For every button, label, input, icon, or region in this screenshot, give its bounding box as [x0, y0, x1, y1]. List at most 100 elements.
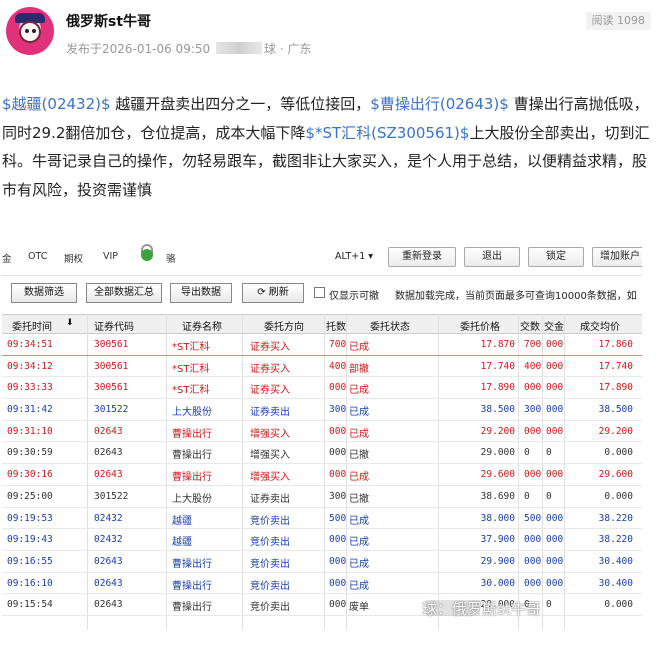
add-account-button[interactable]: 增加账户: [592, 247, 642, 267]
cell-status: 已撤: [349, 493, 369, 505]
nav-item[interactable]: VIP: [103, 251, 118, 262]
view-count-badge: 阅读 1098: [585, 12, 651, 30]
stock-tag-link[interactable]: $曹操出行(02643)$: [370, 95, 509, 113]
cell-dir: 增强买入: [250, 428, 290, 440]
cell-amount: 000: [546, 534, 564, 546]
table-row[interactable]: 09:16:55 02643 曹操出行 竞价卖出 000 已成 29.900 000 30.40…: [2, 551, 642, 573]
cell-amount: 000: [546, 360, 564, 372]
column-header[interactable]: 托数: [326, 318, 346, 333]
account-switch-dropdown[interactable]: ALT+1 ▾: [335, 251, 373, 262]
cell-time: 09:31:10: [7, 425, 53, 437]
cell-dir: 竞价卖出: [250, 515, 290, 527]
cell-amount: 000: [546, 577, 564, 589]
logout-button[interactable]: 退出: [464, 247, 520, 267]
table-row[interactable]: 09:33:33 300561 *ST汇科 证券买入 000 已成 17.890 000 17.…: [2, 377, 642, 400]
cell-code: 02643: [94, 447, 123, 459]
cell-dir: 竞价卖出: [250, 537, 290, 549]
table-row[interactable]: 09:15:54 02643 曹操出行 竞价卖出 000 废单 29.000 0 0.000 0: [2, 594, 642, 616]
cell-price: 37.900: [480, 534, 515, 546]
cell-avg: 29.600: [598, 469, 633, 481]
cell-price: 17.870: [480, 339, 515, 350]
table-row[interactable]: 09:30:59 02643 曹操出行 增强买入 000 已撤 29.000 0 0.000 0: [2, 442, 642, 465]
column-header[interactable]: 委托状态: [370, 318, 410, 333]
cell-cnt: 000: [329, 447, 347, 459]
cell-avg: 38.500: [598, 404, 633, 416]
cell-dir: 证券买入: [250, 363, 290, 375]
stock-tag-link[interactable]: $*ST汇科(SZ300561)$: [305, 124, 469, 142]
stock-tag-link[interactable]: $越疆(02432)$: [2, 95, 111, 113]
column-header[interactable]: 交数: [520, 318, 540, 333]
cell-avg: 17.890: [598, 382, 633, 394]
cell-cnt: 500: [329, 512, 347, 524]
cell-cnt: 000: [329, 382, 347, 394]
cell-name: *ST汇科: [172, 363, 210, 375]
cell-status: 已成: [349, 558, 369, 570]
table-row[interactable]: 09:19:53 02432 越疆 竞价卖出 500 已成 38.000 500 38.220 0…: [2, 508, 642, 530]
cell-status: 已成: [349, 428, 369, 440]
column-header[interactable]: 交金: [544, 318, 564, 333]
cell-time: 09:19:43: [7, 534, 53, 546]
cell-deal: 000: [524, 555, 542, 567]
cell-amount: 0: [546, 447, 552, 459]
cell-dir: 增强买入: [250, 472, 290, 484]
cell-price: 38.690: [480, 490, 515, 502]
cell-cnt: 000: [329, 469, 347, 481]
column-header[interactable]: 委托时间: [12, 318, 52, 333]
cell-name: 曹操出行: [172, 602, 212, 614]
cell-status: 已成: [349, 407, 369, 419]
cell-avg: 29.200: [598, 425, 633, 437]
account-name: 骆: [166, 254, 176, 265]
table-row[interactable]: 09:30:16 02643 曹操出行 增强买入 000 已成 29.600 000 29.60…: [2, 464, 642, 486]
cell-dir: 证券卖出: [250, 407, 290, 419]
meta-separator: ·: [279, 42, 284, 56]
cell-amount: 000: [546, 555, 564, 567]
cell-dir: 竞价卖出: [250, 580, 290, 592]
summary-button[interactable]: 全部数据汇总: [86, 283, 162, 303]
online-status-icon: [141, 249, 153, 261]
sort-desc-icon[interactable]: ⬇: [66, 318, 74, 328]
cell-time: 09:16:55: [7, 555, 53, 567]
column-header[interactable]: 证券代码: [94, 318, 134, 333]
cell-cnt: 400: [329, 360, 347, 372]
table-row[interactable]: 09:34:12 300561 *ST汇科 证券买入 400 部撤 17.740 400 17.…: [2, 356, 642, 378]
cell-avg: 17.740: [598, 360, 633, 372]
column-header[interactable]: 成交均价: [580, 318, 620, 333]
cell-avg: 30.400: [598, 577, 633, 589]
relogin-button[interactable]: 重新登录: [388, 247, 456, 267]
only-cancelable-checkbox[interactable]: [314, 287, 325, 298]
nav-item[interactable]: 期权: [64, 251, 83, 265]
table-row[interactable]: 09:19:43 02432 越疆 竞价卖出 000 已成 37.900 000 38.220 0…: [2, 529, 642, 551]
table-row[interactable]: 09:16:10 02643 曹操出行 竞价卖出 000 已成 30.000 000 30.40…: [2, 573, 642, 595]
cell-deal: 000: [524, 425, 542, 437]
cell-amount: 0: [546, 599, 552, 611]
cell-deal: 300: [524, 404, 542, 416]
column-header[interactable]: 委托价格: [460, 318, 500, 333]
table-row[interactable]: 09:34:51 300561 *ST汇科 证券买入 700 已成 17.870 700 17.…: [2, 334, 642, 356]
nav-item[interactable]: 金: [2, 251, 12, 265]
column-header[interactable]: 委托方向: [264, 318, 304, 333]
cell-time: 09:15:54: [7, 599, 53, 611]
export-button[interactable]: 导出数据: [170, 283, 232, 303]
watermark: 球：俄罗斯st牛哥: [422, 600, 541, 618]
nav-item[interactable]: OTC: [28, 251, 47, 262]
blurred-source: [215, 42, 262, 54]
cell-name: *ST汇科: [172, 342, 210, 353]
cell-status: 已成: [349, 385, 369, 397]
table-row[interactable]: 09:31:10 02643 曹操出行 增强买入 000 已成 29.200 000 29.20…: [2, 421, 642, 443]
cell-deal: 000: [524, 577, 542, 589]
cell-price: 30.000: [480, 577, 515, 589]
cell-name: *ST汇科: [172, 385, 210, 397]
data-filter-button[interactable]: 数据筛选: [11, 283, 77, 303]
column-header[interactable]: 证券名称: [182, 318, 222, 333]
author-name[interactable]: 俄罗斯st牛哥: [66, 11, 151, 31]
cell-cnt: 000: [329, 599, 347, 611]
cell-code: 300561: [94, 339, 129, 350]
avatar[interactable]: [6, 7, 54, 55]
cell-deal: 400: [524, 360, 542, 372]
lock-button[interactable]: 锁定: [528, 247, 584, 267]
refresh-button[interactable]: ⟳ 刷新: [242, 283, 304, 303]
cell-avg: 38.220: [598, 512, 633, 524]
orders-table-header: 委托时间 ⬇ 证券代码 证券名称 委托方向 托数 委托状态 委托价格 交数 交金 …: [2, 314, 642, 334]
table-row[interactable]: 09:25:00 301522 上大股份 证券卖出 300 已撤 38.690 0 0.000 0: [2, 486, 642, 508]
table-row[interactable]: 09:31:42 301522 上大股份 证券卖出 300 已成 38.500 300 38.5…: [2, 399, 642, 421]
